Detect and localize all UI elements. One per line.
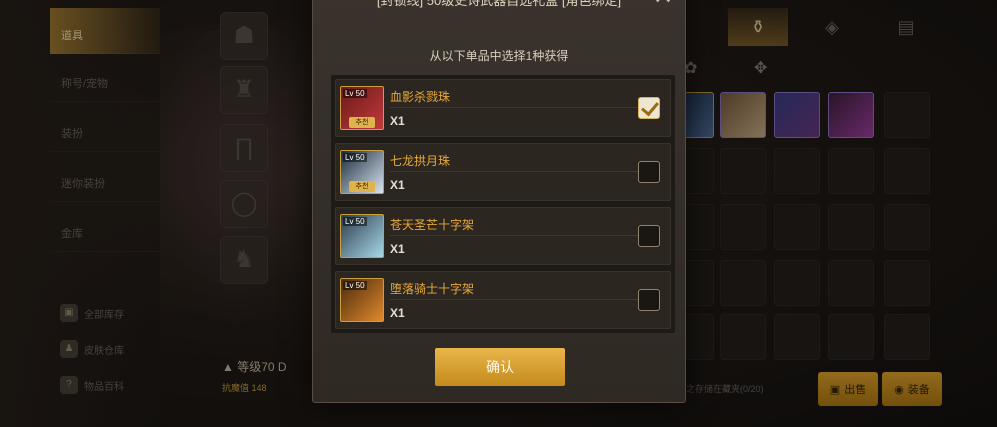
item-name: 七龙拱月珠 [390, 154, 451, 168]
divider [390, 107, 654, 108]
item-icon: Lv 50 [340, 278, 384, 322]
item-option-list: Lv 50 추천 血影杀戮珠 X1 Lv 50 추천 七龙拱月珠 X1 Lv 5… [331, 75, 675, 333]
item-option[interactable]: Lv 50 苍天圣芒十字架 X1 [335, 207, 671, 265]
item-icon: Lv 50 추천 [340, 150, 384, 194]
item-quantity: X1 [390, 306, 405, 320]
item-checkbox[interactable] [638, 289, 660, 311]
item-quantity: X1 [390, 242, 405, 256]
item-name: 堕落骑士十字架 [390, 282, 475, 296]
dialog-subtitle: 从以下单品中选择1种获得 [429, 49, 569, 63]
close-button[interactable]: ✕ [651, 0, 675, 13]
selection-dialog: [封锁线] 50级史诗武器自选礼盒 [角色绑定] ✕ 从以下单品中选择1种获得 … [312, 0, 686, 403]
item-level: Lv 50 [343, 89, 367, 98]
recommend-badge: 추천 [349, 181, 375, 192]
item-option[interactable]: Lv 50 추천 血影杀戮珠 X1 [335, 79, 671, 137]
close-icon: ✕ [653, 0, 673, 10]
item-quantity: X1 [390, 114, 405, 128]
item-checkbox[interactable] [638, 97, 660, 119]
item-level: Lv 50 [343, 153, 367, 162]
item-checkbox[interactable] [638, 225, 660, 247]
item-option[interactable]: Lv 50 堕落骑士十字架 X1 [335, 271, 671, 329]
item-name: 血影杀戮珠 [390, 90, 451, 104]
dialog-title: [封锁线] 50级史诗武器自选礼盒 [角色绑定] [376, 0, 622, 8]
item-quantity: X1 [390, 178, 405, 192]
item-icon: Lv 50 [340, 214, 384, 258]
item-level: Lv 50 [343, 217, 367, 226]
divider [390, 171, 654, 172]
item-icon: Lv 50 추천 [340, 86, 384, 130]
item-option[interactable]: Lv 50 추천 七龙拱月珠 X1 [335, 143, 671, 201]
divider [390, 299, 654, 300]
item-checkbox[interactable] [638, 161, 660, 183]
confirm-button[interactable]: 确认 [435, 348, 565, 386]
divider [390, 235, 654, 236]
item-level: Lv 50 [343, 281, 367, 290]
recommend-badge: 추천 [349, 117, 375, 128]
item-name: 苍天圣芒十字架 [390, 218, 475, 232]
game-screen: 道具 称号/宠物 装扮 迷你装扮 金库 ▣ 全部库存 ♟ 皮肤仓库 ? 物品百科… [0, 0, 997, 427]
